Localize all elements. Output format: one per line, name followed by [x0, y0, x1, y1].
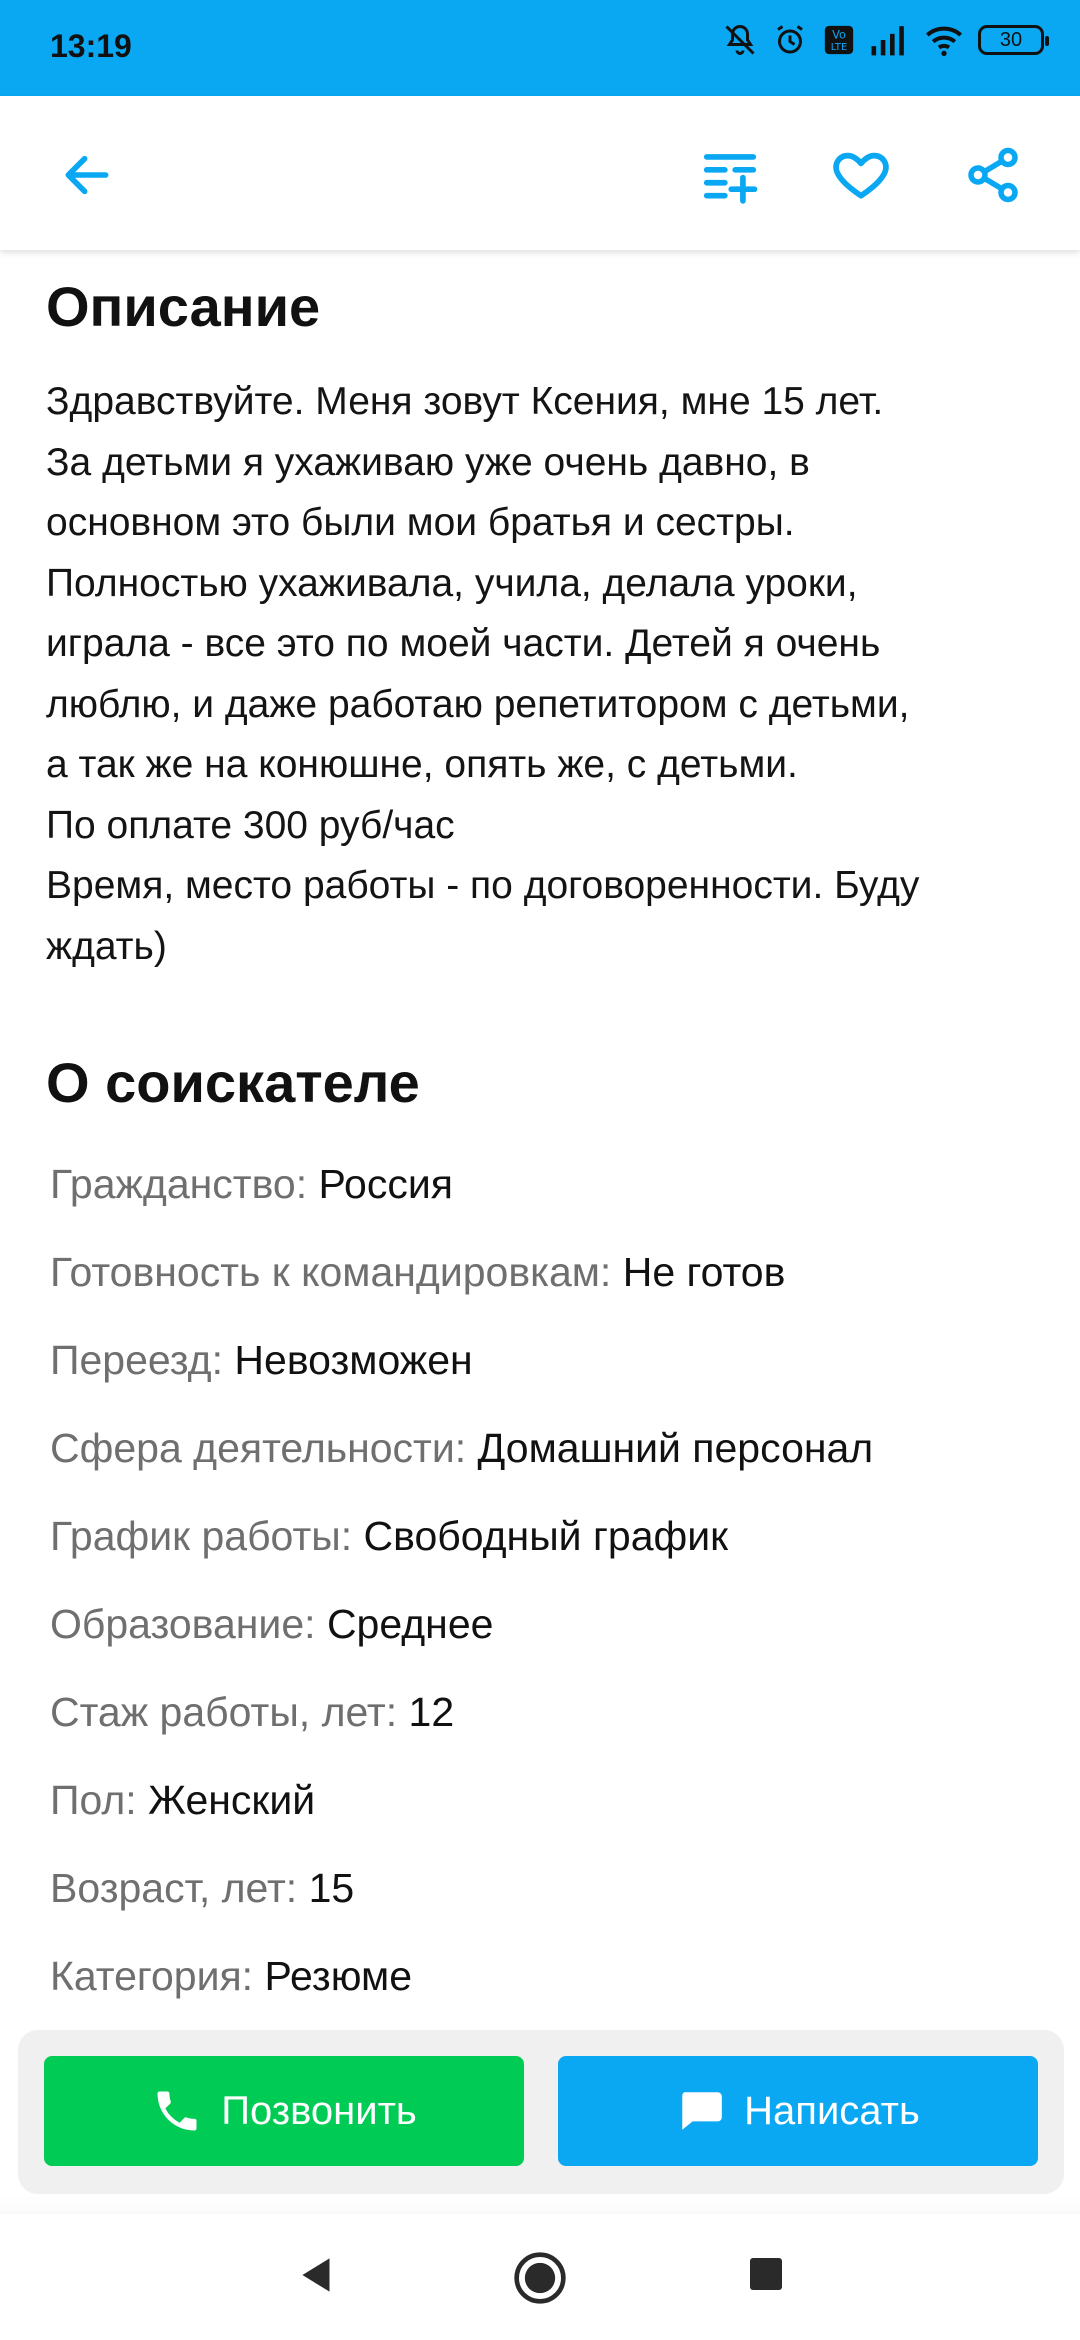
share-icon [968, 147, 1018, 203]
field-schedule: График работы: Свободный график [50, 1492, 873, 1580]
share-button[interactable] [958, 140, 1028, 210]
field-education: Образование: Среднее [50, 1580, 873, 1668]
content-peek [0, 2196, 1080, 2216]
write-button-label: Написать [744, 2088, 920, 2133]
field-value: Не готов [622, 1249, 786, 1295]
nav-recents-button[interactable] [742, 2250, 790, 2303]
heart-icon [833, 152, 889, 199]
svg-text:LTE: LTE [831, 42, 847, 53]
field-label: Переезд: [50, 1337, 223, 1383]
field-category: Категория: Резюме [50, 1932, 873, 2020]
field-value: 12 [408, 1689, 455, 1735]
wifi-icon [924, 23, 964, 57]
status-bar: 13:19 Vo LTE 30 [0, 0, 1080, 96]
filter-add-button[interactable] [695, 140, 765, 210]
svg-text:Vo: Vo [832, 28, 846, 42]
field-label: Гражданство: [50, 1161, 308, 1207]
field-label: Возраст, лет: [50, 1865, 298, 1911]
field-label: Сфера деятельности: [50, 1425, 467, 1471]
volte-icon: Vo LTE [822, 23, 856, 57]
field-gender: Пол: Женский [50, 1756, 873, 1844]
filter-add-icon [703, 154, 758, 204]
action-panel: Позвонить Написать [18, 2030, 1064, 2194]
call-button[interactable]: Позвонить [44, 2056, 524, 2166]
app-bar [0, 96, 1080, 250]
system-nav-bar [0, 2214, 1080, 2340]
field-business-trips: Готовность к командировкам: Не готов [50, 1228, 873, 1316]
field-value: Невозможен [234, 1337, 473, 1383]
phone-icon [157, 2091, 197, 2131]
mute-notifications-icon [722, 22, 758, 58]
field-label: Готовность к командировкам: [50, 1249, 612, 1295]
status-time: 13:19 [50, 28, 132, 64]
nav-back-button[interactable] [292, 2250, 342, 2305]
home-circle-icon [514, 2252, 566, 2304]
write-button[interactable]: Написать [558, 2056, 1038, 2166]
field-experience: Стаж работы, лет: 12 [50, 1668, 873, 1756]
field-citizenship: Гражданство: Россия [50, 1140, 873, 1228]
description-text: Здравствуйте. Меня зовут Ксения, мне 15 … [46, 380, 920, 968]
field-value: 15 [308, 1865, 355, 1911]
alarm-icon [772, 22, 808, 58]
field-value: Домашний персонал [477, 1425, 874, 1471]
field-value: Среднее [326, 1601, 494, 1647]
field-label: Образование: [50, 1601, 316, 1647]
back-button[interactable] [52, 140, 122, 210]
signal-icon [870, 23, 910, 57]
about-fields: Гражданство: Россия Готовность к команди… [50, 1140, 873, 2020]
battery-indicator: 30 [978, 25, 1049, 55]
chat-bubble-icon [682, 2092, 722, 2130]
field-label: График работы: [50, 1513, 353, 1559]
field-label: Категория: [50, 1953, 254, 1999]
nav-home-button[interactable] [512, 2250, 568, 2311]
favorite-button[interactable] [826, 140, 896, 210]
field-relocation: Переезд: Невозможен [50, 1316, 873, 1404]
about-title: О соискателе [46, 1051, 420, 1114]
field-label: Пол: [50, 1777, 137, 1823]
field-value: Россия [318, 1161, 453, 1207]
field-value: Свободный график [363, 1513, 729, 1559]
back-triangle-icon [302, 2258, 330, 2292]
status-icons: Vo LTE 30 [722, 22, 1049, 58]
field-label: Стаж работы, лет: [50, 1689, 398, 1735]
arrow-left-icon [65, 155, 109, 195]
field-age: Возраст, лет: 15 [50, 1844, 873, 1932]
description-title: Описание [46, 275, 321, 338]
call-button-label: Позвонить [221, 2088, 417, 2133]
field-value: Женский [148, 1777, 316, 1823]
field-value: Резюме [264, 1953, 412, 1999]
field-sphere: Сфера деятельности: Домашний персонал [50, 1404, 873, 1492]
recents-square-icon [750, 2258, 782, 2290]
